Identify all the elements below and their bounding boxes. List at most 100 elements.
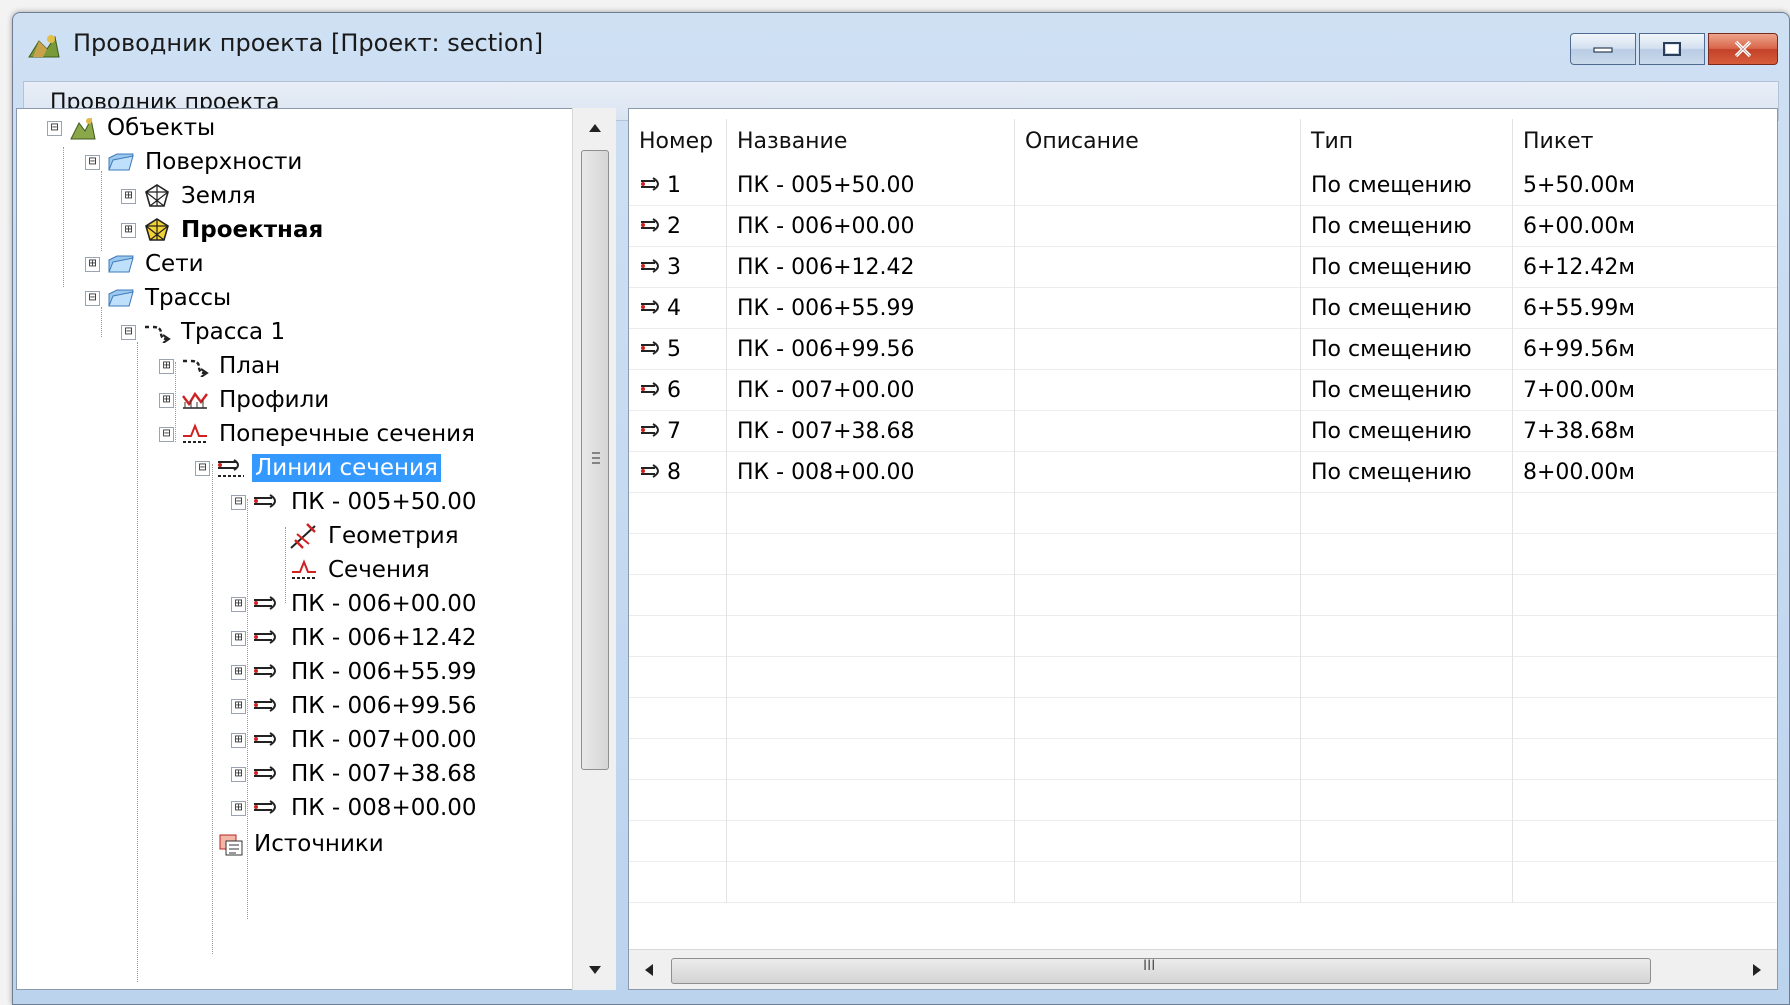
empty-cell bbox=[727, 575, 1015, 616]
tree-vertical-scrollbar[interactable] bbox=[572, 108, 616, 990]
scroll-thumb[interactable] bbox=[581, 150, 609, 770]
column-header-description[interactable]: Описание bbox=[1015, 119, 1301, 165]
scroll-left-icon[interactable] bbox=[629, 950, 669, 989]
collapse-toggle[interactable]: ⊟ bbox=[159, 426, 174, 442]
tree-item-section-lines[interactable]: ⊟ Линии сечения bbox=[195, 449, 441, 487]
table-row[interactable]: 2 ПК - 006+00.00 По смещению 6+00.00м bbox=[629, 206, 1777, 247]
tree-connector bbox=[212, 464, 213, 954]
cell-type-text: По смещению bbox=[1311, 378, 1472, 403]
tree-item-geometry[interactable]: Геометрия bbox=[289, 517, 462, 555]
section-line-icon bbox=[252, 692, 282, 720]
collapse-toggle[interactable]: ⊟ bbox=[85, 290, 100, 306]
expand-toggle[interactable]: ⊞ bbox=[121, 222, 136, 238]
folder-icon bbox=[106, 284, 136, 312]
cell-station-text: 8+00.00м bbox=[1523, 460, 1636, 485]
empty-cell bbox=[1301, 739, 1513, 780]
collapse-toggle[interactable]: ⊟ bbox=[47, 120, 62, 136]
tree-item-alignment-1[interactable]: ⊟ Трасса 1 bbox=[121, 313, 288, 351]
tree-item-label: Трасса 1 bbox=[181, 319, 286, 345]
empty-row bbox=[629, 657, 1777, 698]
tree-item-alignments[interactable]: ⊟ Трассы bbox=[85, 279, 234, 317]
scroll-thumb[interactable] bbox=[671, 958, 1651, 984]
table-horizontal-scrollbar[interactable]: III bbox=[629, 949, 1777, 989]
expand-toggle[interactable]: ⊞ bbox=[159, 392, 174, 408]
column-header-type[interactable]: Тип bbox=[1301, 119, 1513, 165]
empty-cell bbox=[629, 534, 727, 575]
expand-toggle[interactable]: ⊞ bbox=[85, 256, 100, 272]
tree-item-section-line[interactable]: ⊞ ПК - 006+55.99 bbox=[231, 653, 480, 691]
cell-name-text: ПК - 006+12.42 bbox=[737, 255, 915, 280]
expand-toggle[interactable]: ⊞ bbox=[231, 698, 246, 714]
close-button[interactable] bbox=[1708, 33, 1778, 65]
cell-type-text: По смещению bbox=[1311, 419, 1472, 444]
collapse-toggle[interactable]: ⊟ bbox=[231, 494, 246, 510]
section-line-icon bbox=[641, 423, 659, 437]
expand-toggle[interactable]: ⊞ bbox=[231, 630, 246, 646]
cell-station: 6+99.56м bbox=[1513, 329, 1777, 370]
tree-item-sections[interactable]: Сечения bbox=[289, 551, 433, 589]
tree-item-objects[interactable]: ⊟ Объекты bbox=[47, 109, 218, 147]
title-bar[interactable]: Проводник проекта [Проект: section] bbox=[13, 13, 1789, 79]
tree-connector bbox=[137, 342, 138, 982]
collapse-toggle[interactable]: ⊟ bbox=[85, 154, 100, 170]
expand-toggle[interactable]: ⊞ bbox=[231, 664, 246, 680]
collapse-toggle[interactable]: ⊟ bbox=[121, 324, 136, 340]
expand-toggle[interactable]: ⊞ bbox=[159, 358, 174, 374]
tree-item-section-line[interactable]: ⊞ ПК - 006+12.42 bbox=[231, 619, 480, 657]
tree-item-section-line[interactable]: ⊞ ПК - 007+00.00 bbox=[231, 721, 480, 759]
project-tree[interactable]: ⊟ Объекты ⊟ Поверхности ⊞ Земля ⊞ Проект… bbox=[16, 108, 616, 990]
tree-item-section-line[interactable]: ⊞ ПК - 006+00.00 bbox=[231, 585, 480, 623]
expand-toggle[interactable]: ⊞ bbox=[121, 188, 136, 204]
tree-item-label: ПК - 007+38.68 bbox=[291, 761, 477, 787]
scroll-down-icon[interactable] bbox=[573, 950, 617, 990]
empty-row bbox=[629, 575, 1777, 616]
tree-item-plan[interactable]: ⊞ План bbox=[159, 347, 283, 385]
plan-icon bbox=[180, 352, 210, 380]
section-lines-table[interactable]: Номер Название Описание Тип Пикет 1 ПК - … bbox=[628, 108, 1778, 990]
scroll-up-icon[interactable] bbox=[573, 108, 617, 148]
tree-item-section-line[interactable]: ⊟ ПК - 005+50.00 bbox=[231, 483, 480, 521]
collapse-toggle[interactable]: ⊟ bbox=[195, 460, 210, 476]
tree-item-section-line[interactable]: ⊞ ПК - 006+99.56 bbox=[231, 687, 480, 725]
table-row[interactable]: 1 ПК - 005+50.00 По смещению 5+50.00м bbox=[629, 165, 1777, 206]
empty-cell bbox=[1301, 493, 1513, 534]
tree-item-surfaces[interactable]: ⊟ Поверхности bbox=[85, 143, 305, 181]
cell-name: ПК - 007+38.68 bbox=[727, 411, 1015, 452]
empty-row bbox=[629, 616, 1777, 657]
tree-item-networks[interactable]: ⊞ Сети bbox=[85, 245, 207, 283]
table-row[interactable]: 4 ПК - 006+55.99 По смещению 6+55.99м bbox=[629, 288, 1777, 329]
maximize-button[interactable] bbox=[1639, 33, 1705, 65]
tree-item-sources[interactable]: Источники bbox=[215, 825, 387, 863]
expand-toggle[interactable]: ⊞ bbox=[231, 800, 246, 816]
tree-item-section-line[interactable]: ⊞ ПК - 007+38.68 bbox=[231, 755, 480, 793]
expand-toggle[interactable]: ⊞ bbox=[231, 732, 246, 748]
objects-icon bbox=[68, 114, 98, 142]
scroll-right-icon[interactable] bbox=[1737, 950, 1777, 989]
grip-label: III bbox=[1143, 958, 1156, 974]
cell-number-text: 3 bbox=[667, 255, 681, 280]
sections-icon bbox=[289, 556, 319, 584]
cell-number: 7 bbox=[629, 411, 727, 452]
tree-item-design[interactable]: ⊞ Проектная bbox=[121, 211, 326, 249]
column-header-number[interactable]: Номер bbox=[629, 119, 727, 165]
tree-item-profiles[interactable]: ⊞ Профили bbox=[159, 381, 332, 419]
tree-item-label: Источники bbox=[254, 831, 384, 857]
table-row[interactable]: 6 ПК - 007+00.00 По смещению 7+00.00м bbox=[629, 370, 1777, 411]
table-row[interactable]: 5 ПК - 006+99.56 По смещению 6+99.56м bbox=[629, 329, 1777, 370]
column-header-station[interactable]: Пикет bbox=[1513, 119, 1777, 165]
table-row[interactable]: 8 ПК - 008+00.00 По смещению 8+00.00м bbox=[629, 452, 1777, 493]
cell-type: По смещению bbox=[1301, 329, 1513, 370]
expand-toggle[interactable]: ⊞ bbox=[231, 766, 246, 782]
cell-station-text: 6+00.00м bbox=[1523, 214, 1636, 239]
empty-cell bbox=[629, 616, 727, 657]
tree-item-cross-sections[interactable]: ⊟ Поперечные сечения bbox=[159, 415, 478, 453]
expand-toggle[interactable]: ⊞ bbox=[231, 596, 246, 612]
column-header-name[interactable]: Название bbox=[727, 119, 1015, 165]
table-row[interactable]: 7 ПК - 007+38.68 По смещению 7+38.68м bbox=[629, 411, 1777, 452]
minimize-button[interactable] bbox=[1570, 33, 1636, 65]
table-row[interactable]: 3 ПК - 006+12.42 По смещению 6+12.42м bbox=[629, 247, 1777, 288]
empty-cell bbox=[1513, 575, 1777, 616]
cell-name: ПК - 008+00.00 bbox=[727, 452, 1015, 493]
tree-item-ground[interactable]: ⊞ Земля bbox=[121, 177, 259, 215]
tree-item-section-line[interactable]: ⊞ ПК - 008+00.00 bbox=[231, 789, 480, 827]
